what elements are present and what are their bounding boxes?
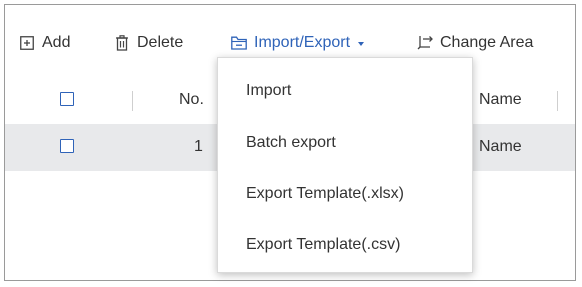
- change-area-button[interactable]: Change Area: [417, 32, 533, 54]
- panel-frame: Add Delete Import/Export Change Area No.…: [4, 4, 576, 281]
- column-header-no: No.: [179, 91, 204, 108]
- delete-button[interactable]: Delete: [114, 32, 183, 54]
- delete-label: Delete: [137, 34, 184, 51]
- change-area-label: Change Area: [440, 34, 534, 51]
- menu-item-import[interactable]: Import: [246, 82, 291, 100]
- menu-item-export-template-xlsx[interactable]: Export Template(.xlsx): [246, 185, 404, 203]
- select-all-checkbox[interactable]: [60, 92, 74, 106]
- cell-no: 1: [194, 138, 203, 155]
- import-export-label: Import/Export: [254, 34, 351, 51]
- add-button[interactable]: Add: [19, 32, 70, 54]
- trash-icon: [114, 35, 130, 51]
- column-header-name: Name: [479, 91, 522, 108]
- folder-icon: [231, 35, 247, 51]
- add-label: Add: [42, 34, 71, 51]
- row-checkbox[interactable]: [60, 139, 74, 153]
- column-separator: [132, 91, 133, 111]
- import-export-dropdown-button[interactable]: Import/Export: [231, 32, 365, 54]
- caret-down-icon: [358, 41, 365, 46]
- menu-item-export-template-csv[interactable]: Export Template(.csv): [246, 236, 400, 254]
- plus-box-icon: [19, 35, 35, 51]
- menu-item-batch-export[interactable]: Batch export: [246, 134, 336, 152]
- change-area-icon: [417, 35, 433, 51]
- import-export-menu: Import Batch export Export Template(.xls…: [217, 57, 473, 273]
- cell-name: Name: [479, 138, 522, 155]
- column-separator: [557, 91, 558, 111]
